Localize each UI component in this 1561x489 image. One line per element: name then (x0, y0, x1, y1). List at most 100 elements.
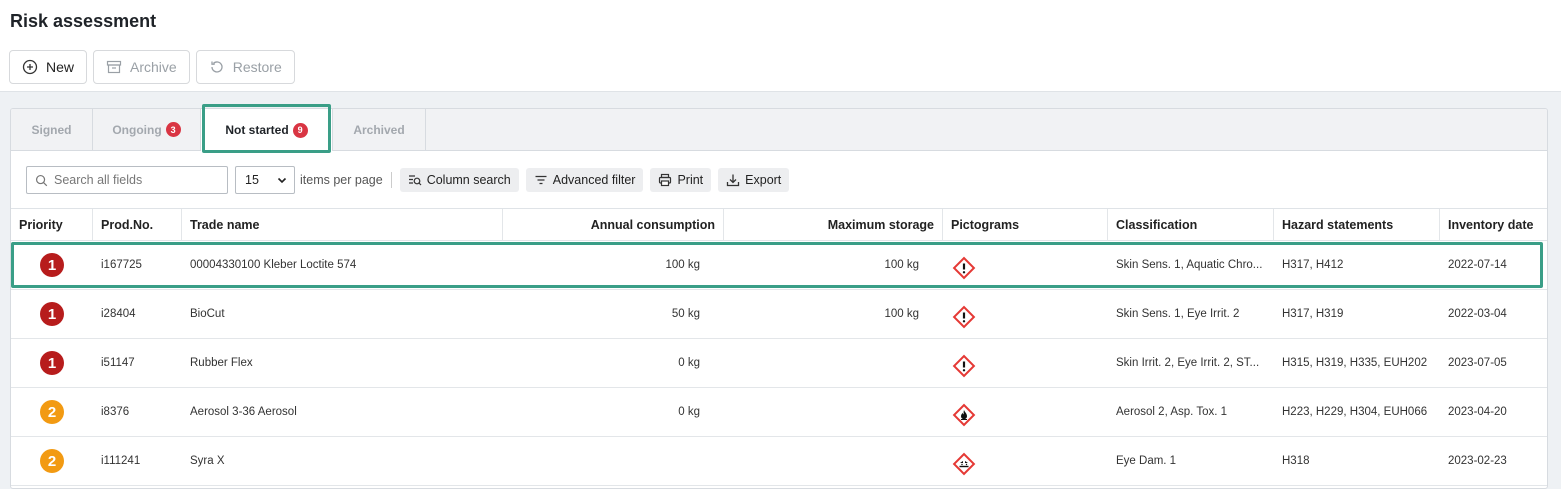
corrosion-icon (951, 451, 977, 477)
maximum-storage-cell: 100 kg (884, 308, 919, 320)
search-input[interactable]: Search all fields (26, 166, 228, 194)
column-search-button[interactable]: Column search (399, 168, 519, 192)
per-page-label: items per page (300, 173, 383, 187)
search-icon (35, 174, 48, 186)
table-row[interactable]: 2 i111241 Syra X Eye Dam. 1 H318 2023-02… (11, 437, 1547, 486)
risk-assessment-panel: Signed Ongoing 3 Not started 9 Archived … (10, 108, 1548, 489)
tab-ongoing[interactable]: Ongoing 3 (93, 109, 201, 150)
prod-no-cell: i167725 (101, 259, 142, 271)
archive-button[interactable]: Archive (93, 50, 190, 84)
column-header-annual-consumption[interactable]: Annual consumption (503, 209, 724, 240)
classification-cell: Aerosol 2, Asp. Tox. 1 (1116, 406, 1228, 418)
hazard-statements-cell: H223, H229, H304, EUH066 (1282, 406, 1428, 418)
risk-table: Priority Prod.No. Trade name Annual cons… (11, 208, 1547, 486)
flame-icon (951, 402, 977, 428)
count-badge: 9 (292, 122, 308, 138)
restore-button[interactable]: Restore (195, 50, 295, 84)
maximum-storage-cell: 100 kg (884, 259, 919, 271)
advanced-filter-button[interactable]: Advanced filter (525, 168, 644, 192)
priority-cell: 2 (11, 388, 93, 436)
pictogram-cell (943, 437, 1108, 485)
export-button[interactable]: Export (718, 168, 790, 192)
trade-name-cell: Syra X (190, 455, 225, 467)
annual-consumption-cell: 0 kg (678, 357, 700, 369)
column-header-pictograms[interactable]: Pictograms (943, 209, 1108, 240)
filter-icon (535, 175, 547, 185)
column-search-icon (408, 175, 422, 186)
tab-not-started-label: Not started (225, 123, 289, 137)
annual-consumption-cell: 50 kg (671, 308, 700, 320)
priority-badge: 1 (40, 302, 64, 326)
priority-cell: 1 (11, 241, 93, 289)
hazard-statements-cell: H318 (1282, 455, 1310, 467)
classification-cell: Skin Sens. 1, Eye Irrit. 2 (1116, 308, 1240, 320)
classification-cell: Eye Dam. 1 (1116, 455, 1177, 467)
classification-cell: Skin Sens. 1, Aquatic Chro... (1116, 259, 1263, 271)
toolbar: New Archive Restore (9, 50, 295, 84)
hazard-statements-cell: H315, H319, H335, EUH202 (1282, 357, 1428, 369)
priority-badge: 2 (40, 400, 64, 424)
exclamation-icon (951, 255, 977, 281)
column-header-priority[interactable]: Priority (11, 209, 93, 240)
annual-consumption-cell: 100 kg (665, 259, 700, 271)
column-header-maximum-storage[interactable]: Maximum storage (724, 209, 943, 240)
per-page-value: 15 (245, 173, 259, 187)
new-button[interactable]: New (9, 50, 88, 84)
inventory-date-cell: 2022-07-14 (1448, 259, 1507, 271)
search-placeholder: Search all fields (54, 173, 143, 187)
advanced-filter-label: Advanced filter (552, 173, 636, 187)
pictogram-cell (943, 241, 1108, 289)
prod-no-cell: i111241 (101, 455, 141, 467)
tab-ongoing-label: Ongoing (112, 122, 162, 137)
tab-bar: Signed Ongoing 3 Not started 9 Archived (11, 109, 1547, 151)
toolbar-separator (390, 172, 392, 188)
table-row[interactable]: 2 i8376 Aerosol 3-36 Aerosol 0 kg Aeroso… (11, 388, 1547, 437)
maximum-storage-cell (724, 437, 943, 485)
pictogram-cell (943, 339, 1108, 387)
trade-name-cell: Rubber Flex (190, 357, 253, 369)
tab-archived-label: Archived (353, 122, 405, 137)
filter-bar: Search all fields 15 items per page Colu… (26, 166, 790, 194)
table-row[interactable]: 1 i28404 BioCut 50 kg 100 kg Skin Sens. … (11, 290, 1547, 339)
trade-name-cell: 00004330100 Kleber Loctite 574 (190, 259, 357, 271)
column-header-classification[interactable]: Classification (1108, 209, 1274, 240)
count-badge: 3 (165, 122, 181, 137)
table-body: 1 i167725 00004330100 Kleber Loctite 574… (11, 241, 1547, 486)
column-header-prod-no[interactable]: Prod.No. (93, 209, 182, 240)
print-label: Print (677, 173, 704, 187)
page-title: Risk assessment (10, 11, 157, 31)
inventory-date-cell: 2023-04-20 (1448, 406, 1507, 418)
maximum-storage-cell (724, 388, 943, 436)
archive-button-label: Archive (130, 59, 177, 75)
new-button-label: New (46, 59, 75, 75)
tab-signed[interactable]: Signed (11, 109, 93, 150)
table-row[interactable]: 1 i167725 00004330100 Kleber Loctite 574… (11, 241, 1547, 290)
priority-badge: 1 (40, 253, 64, 277)
table-row[interactable]: 1 i51147 Rubber Flex 0 kg Skin Irrit. 2,… (11, 339, 1547, 388)
priority-cell: 2 (11, 437, 93, 485)
pictogram-cell (943, 388, 1108, 436)
restore-icon (211, 61, 223, 73)
inventory-date-cell: 2022-03-04 (1448, 308, 1507, 320)
tab-not-started[interactable]: Not started 9 (201, 109, 333, 151)
hazard-statements-cell: H317, H319 (1282, 308, 1344, 320)
column-header-inventory-date[interactable]: Inventory date (1440, 209, 1547, 240)
column-header-hazard-statements[interactable]: Hazard statements (1274, 209, 1440, 240)
per-page-select[interactable]: 15 (235, 166, 295, 194)
download-icon (727, 174, 740, 187)
tab-archived[interactable]: Archived (333, 109, 426, 150)
trade-name-cell: BioCut (190, 308, 225, 320)
trade-name-cell: Aerosol 3-36 Aerosol (190, 406, 297, 418)
chevron-down-icon (277, 177, 287, 184)
plus-circle-icon (22, 59, 38, 75)
hazard-statements-cell: H317, H412 (1282, 259, 1344, 271)
tab-signed-label: Signed (31, 122, 72, 137)
annual-consumption-cell (503, 437, 724, 485)
exclamation-icon (951, 304, 977, 330)
print-button[interactable]: Print (650, 168, 712, 192)
table-header: Priority Prod.No. Trade name Annual cons… (11, 208, 1547, 241)
column-header-trade-name[interactable]: Trade name (182, 209, 503, 240)
exclamation-icon (951, 353, 977, 379)
inventory-date-cell: 2023-07-05 (1448, 357, 1507, 369)
classification-cell: Skin Irrit. 2, Eye Irrit. 2, ST... (1116, 357, 1260, 369)
